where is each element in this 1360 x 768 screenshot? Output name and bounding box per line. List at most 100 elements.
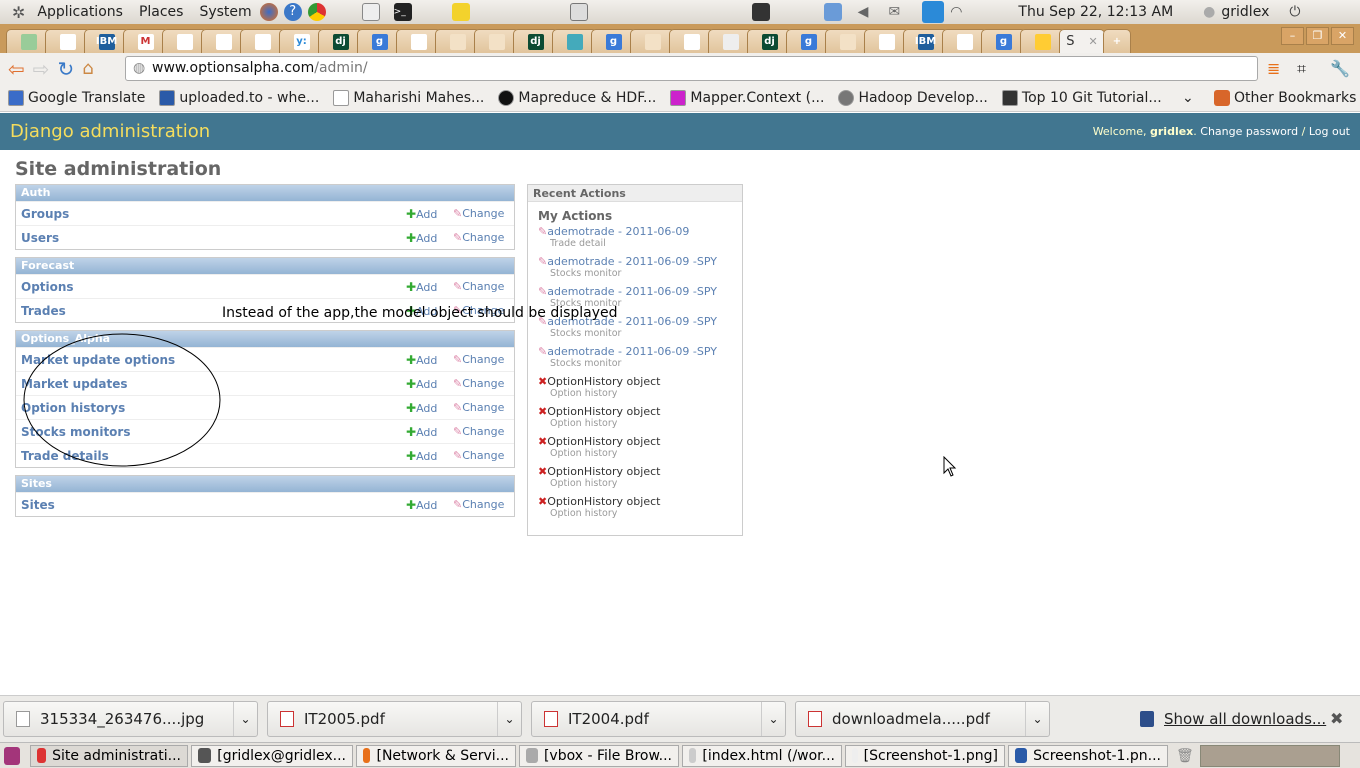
volume-icon[interactable]: ◀	[858, 4, 869, 20]
model-link[interactable]: Sites	[21, 498, 55, 512]
reload-button[interactable]: ↻	[58, 57, 75, 81]
taskbar-window[interactable]: [vbox - File Brow...	[519, 744, 679, 767]
download-menu-chevron-icon[interactable]: ⌄	[1025, 702, 1049, 736]
minimize-button[interactable]: –	[1281, 27, 1304, 45]
ubuntu-logo-icon[interactable]: ✲	[12, 3, 25, 22]
menu-applications[interactable]: Applications	[37, 4, 123, 20]
chrome-icon[interactable]	[307, 3, 326, 21]
model-link[interactable]: Groups	[21, 207, 69, 221]
home-button[interactable]: ⌂	[82, 58, 93, 79]
change-link[interactable]: ✎Change	[453, 280, 504, 293]
back-button[interactable]: ⇦	[8, 57, 25, 81]
screenshot-icon[interactable]	[569, 3, 588, 21]
lock-screen-icon[interactable]	[751, 3, 770, 21]
window-app-icon	[198, 748, 212, 763]
wrench-icon[interactable]: 🔧	[1330, 59, 1350, 78]
module-caption[interactable]: Sites	[16, 476, 514, 492]
recent-action-link[interactable]: ✎ademotrade - 2011-06-09 -SPY	[538, 285, 742, 298]
change-link[interactable]: ✎Change	[453, 207, 504, 220]
download-menu-chevron-icon[interactable]: ⌄	[497, 702, 521, 736]
crop-extension-icon[interactable]: ⌗	[1297, 59, 1306, 79]
clock[interactable]: Thu Sep 22, 12:13 AM	[1018, 4, 1173, 20]
recent-action-link[interactable]: ✎ademotrade - 2011-06-09	[538, 225, 742, 238]
add-link[interactable]: ✚Add	[406, 231, 437, 245]
recent-action-link[interactable]: ✎ademotrade - 2011-06-09 -SPY	[538, 255, 742, 268]
add-link[interactable]: ✚Add	[406, 377, 437, 391]
chat-status-icon[interactable]: ●	[1203, 4, 1215, 20]
menu-system[interactable]: System	[199, 4, 251, 20]
download-item[interactable]: 315334_263476....jpg ⌄	[3, 701, 258, 737]
wifi-icon[interactable]: ◠	[950, 4, 962, 20]
show-all-downloads-link[interactable]: Show all downloads...	[1140, 710, 1326, 728]
close-downloads-button[interactable]: ✖	[1330, 709, 1343, 728]
notes-icon[interactable]	[451, 3, 470, 21]
new-tab-button[interactable]: +	[1103, 29, 1131, 53]
user-name[interactable]: gridlex	[1221, 4, 1269, 20]
module-caption[interactable]: Forecast	[16, 258, 514, 274]
close-window-button[interactable]: ✕	[1331, 27, 1354, 45]
firefox-icon[interactable]	[259, 3, 278, 21]
download-item[interactable]: IT2004.pdf ⌄	[531, 701, 786, 737]
change-password-link[interactable]: Change password	[1200, 125, 1298, 138]
bookmark-item[interactable]: Top 10 Git Tutorial...	[1001, 89, 1162, 106]
add-link[interactable]: ✚Add	[406, 425, 437, 439]
model-link[interactable]: Trades	[21, 304, 66, 318]
taskbar-window[interactable]: [Network & Servi...	[356, 744, 516, 767]
add-link[interactable]: ✚Add	[406, 401, 437, 415]
other-bookmarks[interactable]: Other Bookmarks	[1214, 89, 1356, 106]
add-link[interactable]: ✚Add	[406, 280, 437, 294]
stackoverflow-extension-icon[interactable]: ≣	[1267, 59, 1280, 78]
bookmark-item[interactable]: Mapper.Context (...	[670, 89, 824, 106]
change-link[interactable]: ✎Change	[453, 425, 504, 438]
power-icon[interactable]: ⏻	[1289, 4, 1300, 20]
site-brand[interactable]: Django administration	[10, 121, 210, 142]
download-menu-chevron-icon[interactable]: ⌄	[761, 702, 785, 736]
add-link[interactable]: ✚Add	[406, 353, 437, 367]
taskbar-window[interactable]: [Screenshot-1.png]	[845, 744, 1005, 767]
change-link[interactable]: ✎Change	[453, 498, 504, 511]
model-link[interactable]: Options	[21, 280, 74, 294]
taskbar-window[interactable]: Screenshot-1.pn...	[1008, 744, 1168, 767]
forward-button[interactable]: ⇨	[33, 57, 50, 81]
change-link[interactable]: ✎Change	[453, 377, 504, 390]
download-item[interactable]: downloadmela.....pdf ⌄	[795, 701, 1050, 737]
add-link[interactable]: ✚Add	[406, 207, 437, 221]
model-link[interactable]: Users	[21, 231, 59, 245]
taskbar-window[interactable]: [index.html (/wor...	[682, 744, 842, 767]
active-tab[interactable]: S ✕	[1059, 29, 1105, 53]
bookmark-item[interactable]: Maharishi Mahes...	[333, 89, 484, 106]
module-caption[interactable]: Auth	[16, 185, 514, 201]
bookmark-item[interactable]: Google Translate	[8, 89, 145, 106]
text-editor-icon[interactable]	[361, 3, 380, 21]
menu-places[interactable]: Places	[139, 4, 184, 20]
download-item[interactable]: IT2005.pdf ⌄	[267, 701, 522, 737]
change-link[interactable]: ✎Change	[453, 401, 504, 414]
bookmark-item[interactable]: Hadoop Develop...	[838, 89, 988, 106]
taskbar-window[interactable]: Site administrati...	[30, 744, 188, 767]
change-link[interactable]: ✎Change	[453, 449, 504, 462]
bookmark-item[interactable]: uploaded.to - whe...	[159, 89, 319, 106]
trash-icon[interactable]: 🗑	[1176, 748, 1194, 764]
bookmark-item[interactable]: Mapreduce & HDF...	[498, 89, 656, 106]
add-link[interactable]: ✚Add	[406, 449, 437, 463]
mail-icon[interactable]: ✉	[888, 4, 900, 20]
change-link[interactable]: ✎Change	[453, 353, 504, 366]
download-menu-chevron-icon[interactable]: ⌄	[233, 702, 257, 736]
taskbar-window[interactable]: [gridlex@gridlex...	[191, 744, 353, 767]
close-tab-icon[interactable]: ✕	[1089, 35, 1098, 48]
yammer-icon[interactable]	[922, 1, 945, 23]
help-icon[interactable]: ?	[283, 3, 302, 21]
terminal-icon[interactable]: >_	[393, 3, 412, 21]
logout-link[interactable]: Log out	[1309, 125, 1350, 138]
dropbox-icon[interactable]	[823, 3, 842, 21]
address-bar[interactable]: ◍ www.optionsalpha.com/admin/	[125, 56, 1258, 81]
add-link[interactable]: ✚Add	[406, 498, 437, 512]
window-app-icon	[689, 748, 697, 763]
action-content-type: Stocks monitor	[550, 358, 622, 369]
workspace-switcher[interactable]	[1199, 744, 1340, 767]
maximize-button[interactable]: ❐	[1306, 27, 1329, 45]
bookmarks-overflow-chevron-icon[interactable]: ⌄	[1182, 90, 1194, 106]
change-link[interactable]: ✎Change	[453, 231, 504, 244]
recent-action-link[interactable]: ✎ademotrade - 2011-06-09 -SPY	[538, 345, 742, 358]
show-desktop-icon[interactable]	[4, 746, 20, 765]
